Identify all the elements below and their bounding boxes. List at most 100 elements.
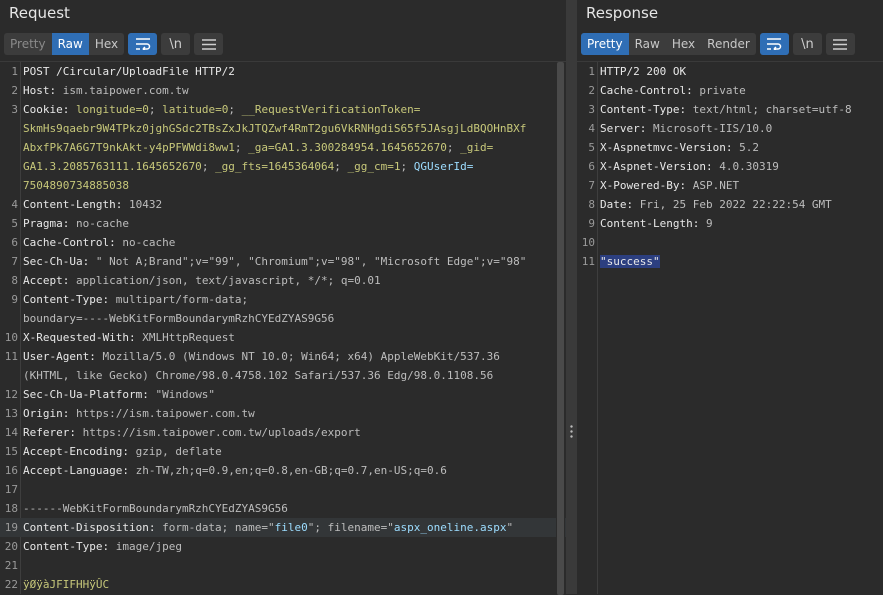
response-code-line[interactable]: 2 Cache-Control: private	[577, 81, 883, 100]
request-code-line[interactable]: 5 Pragma: no-cache	[0, 214, 566, 233]
token: Cache-Control:	[23, 236, 123, 249]
token: aspx_oneline.aspx	[393, 521, 507, 534]
request-tab-pretty[interactable]: Pretty	[4, 33, 52, 55]
request-code-line[interactable]: 14 Referer: https://ism.taipower.com.tw/u…	[0, 423, 566, 442]
response-code-line[interactable]: 1 HTTP/2 200 OK	[577, 62, 883, 81]
token: form-data; name="	[162, 521, 275, 534]
request-view-tabs: Pretty Raw Hex	[4, 33, 125, 55]
request-code-line[interactable]: 13 Origin: https://ism.taipower.com.tw	[0, 404, 566, 423]
token: ;	[334, 160, 348, 173]
line-text: Pragma: no-cache	[23, 214, 129, 233]
request-tab-raw[interactable]: Raw	[51, 33, 89, 55]
request-code-line[interactable]: 11 User-Agent: Mozilla/5.0 (Windows NT 10…	[0, 347, 566, 366]
request-code-line[interactable]: 15 Accept-Encoding: gzip, deflate	[0, 442, 566, 461]
token: X-Aspnet-Version:	[600, 160, 720, 173]
token: __RequestVerificationToken=	[241, 103, 421, 116]
line-number: 1	[588, 65, 595, 78]
request-code-line[interactable]: 6 Cache-Control: no-cache	[0, 233, 566, 252]
response-tab-raw[interactable]: Raw	[629, 33, 666, 55]
token: Content-Length:	[23, 198, 129, 211]
newline-icon: \n	[169, 36, 182, 52]
wrap-lines-icon[interactable]	[128, 33, 158, 55]
line-text: ÿØÿàJFIFHHÿÛC	[23, 575, 109, 594]
request-scrollbar[interactable]	[556, 62, 565, 595]
request-code-line[interactable]: 21	[0, 556, 566, 575]
line-number: 3	[588, 103, 595, 116]
token: _ga=GA1.3.300284954.1645652670	[248, 141, 447, 154]
request-code-line[interactable]: 10 X-Requested-With: XMLHttpRequest	[0, 328, 566, 347]
response-code-line[interactable]: 10	[577, 233, 883, 252]
request-code-line[interactable]: (KHTML, like Gecko) Chrome/98.0.4758.102…	[0, 366, 566, 385]
request-title: Request	[9, 4, 70, 22]
response-code-line[interactable]: 5 X-Aspnetmvc-Version: 5.2	[577, 138, 883, 157]
token: POST /Circular/UploadFile HTTP/2	[23, 65, 235, 78]
request-code-line[interactable]: 8 Accept: application/json, text/javascri…	[0, 271, 566, 290]
request-scroll-thumb[interactable]	[557, 62, 564, 595]
response-tab-render[interactable]: Render	[701, 33, 756, 55]
response-tab-hex[interactable]: Hex	[666, 33, 701, 55]
response-code-line[interactable]: 6 X-Aspnet-Version: 4.0.30319	[577, 157, 883, 176]
response-code-line[interactable]: 8 Date: Fri, 25 Feb 2022 22:22:54 GMT	[577, 195, 883, 214]
request-code-line[interactable]: 12 Sec-Ch-Ua-Platform: "Windows"	[0, 385, 566, 404]
response-view-tabs: Pretty Raw Hex Render	[581, 33, 756, 55]
token: ;	[446, 141, 461, 154]
response-code-line[interactable]: 7 X-Powered-By: ASP.NET	[577, 176, 883, 195]
line-number: 4	[588, 122, 595, 135]
line-number: 15	[4, 445, 18, 458]
request-tab-hex[interactable]: Hex	[89, 33, 124, 55]
request-code-line[interactable]: 20 Content-Type: image/jpeg	[0, 537, 566, 556]
request-code-line[interactable]: 7504890734885038	[0, 176, 566, 195]
newline-toggle-button[interactable]: \n	[161, 33, 191, 55]
request-code-line[interactable]: 16 Accept-Language: zh-TW,zh;q=0.9,en;q=0…	[0, 461, 566, 480]
request-code-line[interactable]: boundary=----WebKitFormBoundarymRzhCYEdZ…	[0, 309, 566, 328]
request-code-line[interactable]: 17	[0, 480, 566, 499]
token: 5.2	[739, 141, 759, 154]
response-code-line[interactable]: 4 Server: Microsoft-IIS/10.0	[577, 119, 883, 138]
token: Date:	[600, 198, 640, 211]
line-text: Content-Type: text/html; charset=utf-8	[600, 100, 852, 119]
response-code-line[interactable]: 11 "success"	[577, 252, 883, 271]
request-code-line[interactable]: 1 POST /Circular/UploadFile HTTP/2	[0, 62, 566, 81]
request-code-line[interactable]: SkmHs9qaebr9W4TPkz0jghGSdc2TBsZxJkJTQZwf…	[0, 119, 566, 138]
token: _gid=	[460, 141, 494, 154]
token: ------WebKitFormBoundarymRzhCYEdZYAS9G56	[23, 502, 288, 515]
line-text: Content-Length: 10432	[23, 195, 162, 214]
token: Cache-Control:	[600, 84, 700, 97]
request-code-line[interactable]: 3 Cookie: longitude=0; latitude=0; __Requ…	[0, 100, 566, 119]
request-code-line[interactable]: 18 ------WebKitFormBoundarymRzhCYEdZYAS9G…	[0, 499, 566, 518]
token: " Not A;Brand";v="99", "Chromium";v="98"…	[95, 255, 527, 268]
menu-icon[interactable]	[194, 33, 224, 55]
newline-toggle-button[interactable]: \n	[792, 33, 822, 55]
line-number: 7	[11, 255, 18, 268]
line-number: 8	[588, 198, 595, 211]
response-editor[interactable]: 1 HTTP/2 200 OK 2 Cache-Control: private 3 Co…	[577, 61, 883, 594]
request-code-line[interactable]: AbxfPk7A6G7T9nkAkt-y4pPFWWdi8ww1; _ga=GA…	[0, 138, 566, 157]
pane-splitter[interactable]	[566, 0, 577, 594]
line-number: 11	[4, 350, 18, 363]
line-number: 8	[11, 274, 18, 287]
response-code-line[interactable]: 9 Content-Length: 9	[577, 214, 883, 233]
wrap-lines-icon[interactable]	[759, 33, 789, 55]
token: Accept:	[23, 274, 76, 287]
menu-icon[interactable]	[825, 33, 855, 55]
line-number: 7	[588, 179, 595, 192]
request-code-line[interactable]: GA1.3.2085763111.1645652670; _gg_fts=164…	[0, 157, 566, 176]
request-code-line[interactable]: 4 Content-Length: 10432	[0, 195, 566, 214]
token: Content-Type:	[23, 293, 116, 306]
response-code-line[interactable]: 3 Content-Type: text/html; charset=utf-8	[577, 100, 883, 119]
line-number: 3	[11, 103, 18, 116]
line-text: AbxfPk7A6G7T9nkAkt-y4pPFWWdi8ww1; _ga=GA…	[23, 138, 493, 157]
request-code-line[interactable]: 22 ÿØÿàJFIFHHÿÛC	[0, 575, 566, 594]
token: multipart/form-data;	[115, 293, 249, 306]
request-code-line[interactable]: 2 Host: ism.taipower.com.tw	[0, 81, 566, 100]
request-code-line[interactable]: 9 Content-Type: multipart/form-data;	[0, 290, 566, 309]
response-tab-pretty[interactable]: Pretty	[581, 33, 629, 55]
token: (KHTML, like Gecko) Chrome/98.0.4758.102…	[23, 369, 494, 382]
token: no-cache	[75, 217, 129, 230]
request-code-line[interactable]: 7 Sec-Ch-Ua: " Not A;Brand";v="99", "Chro…	[0, 252, 566, 271]
line-text: X-Powered-By: ASP.NET	[600, 176, 739, 195]
request-code-line[interactable]: 19 Content-Disposition: form-data; name="…	[0, 518, 566, 537]
token: ism.taipower.com.tw	[62, 84, 189, 97]
splitter-grip-icon[interactable]	[570, 424, 573, 440]
request-editor[interactable]: 1 POST /Circular/UploadFile HTTP/2 2 Host: …	[0, 61, 566, 595]
